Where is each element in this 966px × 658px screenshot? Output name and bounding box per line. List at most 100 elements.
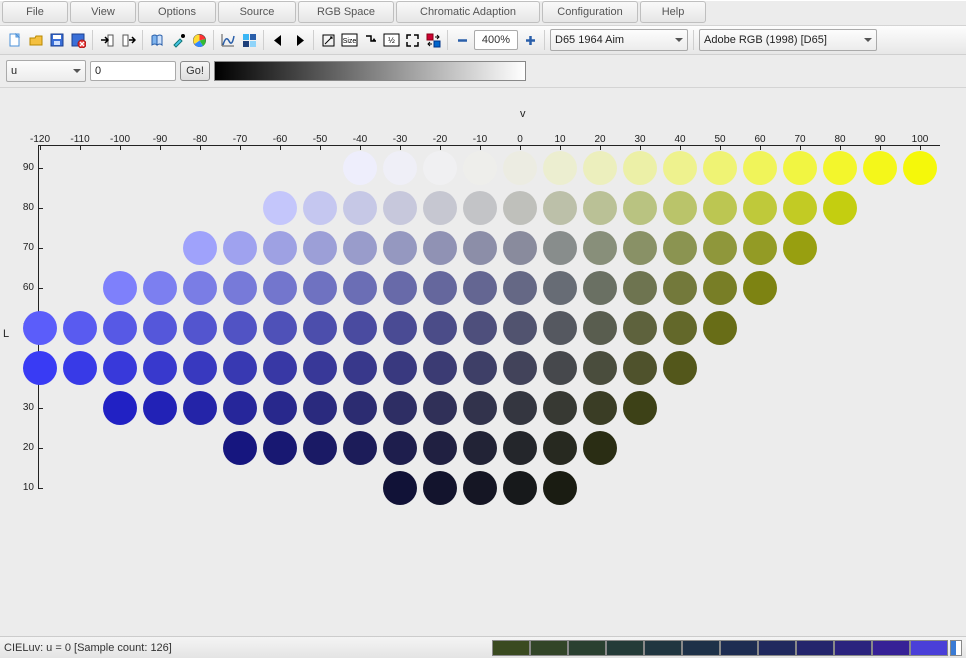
menu-file[interactable]: File	[2, 1, 68, 23]
color-swatch[interactable]	[263, 391, 297, 425]
color-swatch[interactable]	[343, 151, 377, 185]
color-swatch[interactable]	[623, 271, 657, 305]
gradient-strip[interactable]	[214, 61, 526, 81]
book-icon[interactable]	[148, 31, 166, 49]
color-swatch[interactable]	[383, 191, 417, 225]
curve-icon[interactable]	[219, 31, 237, 49]
color-swatch[interactable]	[303, 231, 337, 265]
color-swatch[interactable]	[663, 191, 697, 225]
color-swatch[interactable]	[303, 271, 337, 305]
color-swatch[interactable]	[183, 271, 217, 305]
menu-configuration[interactable]: Configuration	[542, 1, 638, 23]
color-swatch[interactable]	[463, 391, 497, 425]
size-box-icon[interactable]: Size	[340, 31, 358, 49]
color-swatch[interactable]	[23, 351, 57, 385]
color-swatch[interactable]	[423, 351, 457, 385]
color-swatch[interactable]	[503, 271, 537, 305]
color-swatch[interactable]	[503, 391, 537, 425]
color-swatch[interactable]	[503, 191, 537, 225]
color-swatch[interactable]	[103, 391, 137, 425]
color-swatch[interactable]	[463, 351, 497, 385]
color-swatch[interactable]	[543, 151, 577, 185]
go-button[interactable]: Go!	[180, 61, 210, 81]
color-swatch[interactable]	[303, 391, 337, 425]
color-swatch[interactable]	[663, 271, 697, 305]
color-swatch[interactable]	[223, 351, 257, 385]
status-swatch[interactable]	[796, 640, 834, 656]
color-swatch[interactable]	[343, 271, 377, 305]
color-swatch[interactable]	[423, 391, 457, 425]
color-swatch[interactable]	[583, 391, 617, 425]
status-swatch[interactable]	[644, 640, 682, 656]
color-swatch[interactable]	[383, 351, 417, 385]
color-swatch[interactable]	[183, 351, 217, 385]
color-swatch[interactable]	[103, 311, 137, 345]
color-swatch[interactable]	[623, 231, 657, 265]
color-swatch[interactable]	[543, 431, 577, 465]
color-swatch[interactable]	[223, 311, 257, 345]
color-swatch[interactable]	[583, 311, 617, 345]
color-swatch[interactable]	[223, 391, 257, 425]
color-swatch[interactable]	[743, 271, 777, 305]
color-swatch[interactable]	[343, 191, 377, 225]
color-swatch[interactable]	[303, 191, 337, 225]
delete-file-icon[interactable]	[69, 31, 87, 49]
color-swatch[interactable]	[423, 431, 457, 465]
color-swatch[interactable]	[623, 151, 657, 185]
color-swatch[interactable]	[823, 191, 857, 225]
status-swatch[interactable]	[530, 640, 568, 656]
color-swatch[interactable]	[63, 351, 97, 385]
color-swatch[interactable]	[583, 431, 617, 465]
color-swatch[interactable]	[423, 191, 457, 225]
color-swatch[interactable]	[303, 431, 337, 465]
color-swatch[interactable]	[463, 471, 497, 505]
color-swatch[interactable]	[583, 351, 617, 385]
color-swatch[interactable]	[183, 231, 217, 265]
color-swatch[interactable]	[743, 231, 777, 265]
color-swatch[interactable]	[383, 391, 417, 425]
export-icon[interactable]	[119, 31, 137, 49]
color-swatch[interactable]	[543, 271, 577, 305]
color-swatch[interactable]	[303, 311, 337, 345]
status-swatch[interactable]	[910, 640, 948, 656]
menu-rgb-space[interactable]: RGB Space	[298, 1, 394, 23]
color-swatch[interactable]	[863, 151, 897, 185]
color-swatch[interactable]	[463, 191, 497, 225]
color-swatch[interactable]	[783, 231, 817, 265]
color-picker-icon[interactable]	[169, 31, 187, 49]
menu-chromatic-adaption[interactable]: Chromatic Adaption	[396, 1, 540, 23]
color-swatch[interactable]	[543, 311, 577, 345]
color-swatch[interactable]	[503, 231, 537, 265]
axis-value-input[interactable]	[90, 61, 176, 81]
color-swatch[interactable]	[423, 271, 457, 305]
color-swatch[interactable]	[223, 231, 257, 265]
color-swatch[interactable]	[463, 271, 497, 305]
status-swatch[interactable]	[720, 640, 758, 656]
color-swatch[interactable]	[623, 311, 657, 345]
color-swatch[interactable]	[103, 271, 137, 305]
zoom-level-field[interactable]: 400%	[474, 30, 518, 50]
status-swatch[interactable]	[568, 640, 606, 656]
color-swatch[interactable]	[623, 391, 657, 425]
color-swatch[interactable]	[423, 471, 457, 505]
color-swatch[interactable]	[663, 151, 697, 185]
color-swatch[interactable]	[343, 311, 377, 345]
import-icon[interactable]	[98, 31, 116, 49]
expand-icon[interactable]	[403, 31, 421, 49]
color-swatch[interactable]	[143, 391, 177, 425]
menu-source[interactable]: Source	[218, 1, 296, 23]
rgbspace-combo[interactable]: Adobe RGB (1998) [D65]	[699, 29, 877, 51]
color-swatch[interactable]	[263, 271, 297, 305]
color-swatch[interactable]	[583, 191, 617, 225]
color-swatch[interactable]	[383, 311, 417, 345]
zoom-in-icon[interactable]	[521, 31, 539, 49]
status-swatch[interactable]	[872, 640, 910, 656]
color-swatch[interactable]	[503, 471, 537, 505]
color-swatch[interactable]	[263, 231, 297, 265]
next-icon[interactable]	[290, 31, 308, 49]
color-swatch[interactable]	[503, 311, 537, 345]
color-swatch[interactable]	[423, 151, 457, 185]
half-fraction-icon[interactable]: ½	[382, 31, 400, 49]
color-swatch[interactable]	[703, 191, 737, 225]
menu-options[interactable]: Options	[138, 1, 216, 23]
